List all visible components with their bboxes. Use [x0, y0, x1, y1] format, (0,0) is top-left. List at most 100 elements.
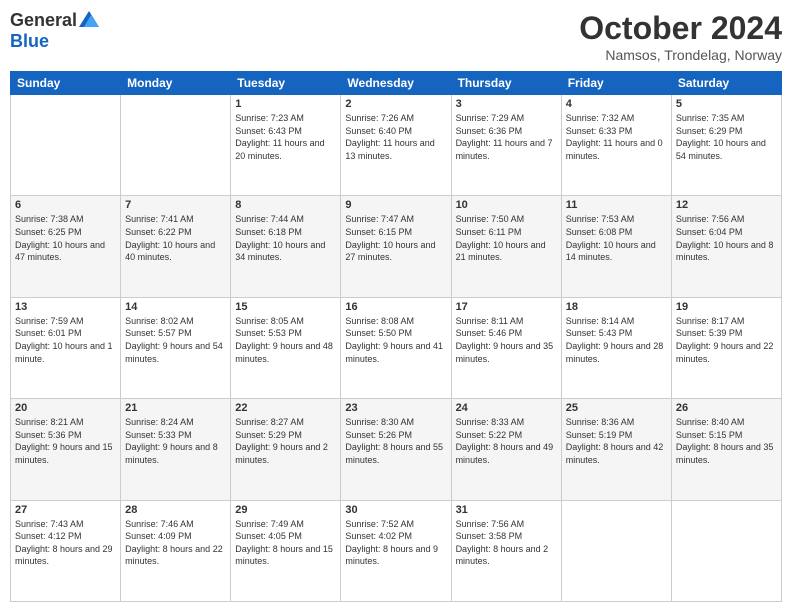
header-monday: Monday [121, 72, 231, 95]
table-row: 7 Sunrise: 7:41 AM Sunset: 6:22 PM Daylig… [121, 196, 231, 297]
header: General Blue October 2024 Namsos, Tronde… [10, 10, 782, 63]
table-row: 8 Sunrise: 7:44 AM Sunset: 6:18 PM Daylig… [231, 196, 341, 297]
table-row: 30 Sunrise: 7:52 AM Sunset: 4:02 PM Dayli… [341, 500, 451, 601]
day-info: Sunrise: 8:36 AM Sunset: 5:19 PM Dayligh… [566, 416, 667, 466]
day-number: 24 [456, 402, 557, 414]
day-info: Sunrise: 8:14 AM Sunset: 5:43 PM Dayligh… [566, 315, 667, 365]
day-number: 8 [235, 199, 336, 211]
header-friday: Friday [561, 72, 671, 95]
day-number: 10 [456, 199, 557, 211]
table-row: 20Sunrise: 8:21 AM Sunset: 5:36 PM Dayli… [11, 399, 121, 500]
week-row-2: 13Sunrise: 7:59 AM Sunset: 6:01 PM Dayli… [11, 297, 782, 398]
day-number: 19 [676, 301, 777, 313]
day-number: 28 [125, 504, 226, 516]
header-wednesday: Wednesday [341, 72, 451, 95]
day-info: Sunrise: 8:40 AM Sunset: 5:15 PM Dayligh… [676, 416, 777, 466]
table-row: 19Sunrise: 8:17 AM Sunset: 5:39 PM Dayli… [671, 297, 781, 398]
table-row: 2Sunrise: 7:26 AM Sunset: 6:40 PM Daylig… [341, 95, 451, 196]
day-number: 5 [676, 98, 777, 110]
day-number: 15 [235, 301, 336, 313]
table-row: 16Sunrise: 8:08 AM Sunset: 5:50 PM Dayli… [341, 297, 451, 398]
table-row: 28 Sunrise: 7:46 AM Sunset: 4:09 PM Dayli… [121, 500, 231, 601]
table-row: 29 Sunrise: 7:49 AM Sunset: 4:05 PM Dayli… [231, 500, 341, 601]
day-info: Sunrise: 7:32 AM Sunset: 6:33 PM Dayligh… [566, 112, 667, 162]
day-number: 27 [15, 504, 116, 516]
day-number: 1 [235, 98, 336, 110]
weekday-header-row: Sunday Monday Tuesday Wednesday Thursday… [11, 72, 782, 95]
table-row: 17 Sunrise: 8:11 AM Sunset: 5:46 PM Dayli… [451, 297, 561, 398]
day-number: 25 [566, 402, 667, 414]
table-row: 14 Sunrise: 8:02 AM Sunset: 5:57 PM Dayli… [121, 297, 231, 398]
table-row [121, 95, 231, 196]
day-number: 29 [235, 504, 336, 516]
logo: General Blue [10, 10, 99, 52]
table-row: 11 Sunrise: 7:53 AM Sunset: 6:08 PM Dayli… [561, 196, 671, 297]
table-row: 23 Sunrise: 8:30 AM Sunset: 5:26 PM Dayli… [341, 399, 451, 500]
table-row: 9Sunrise: 7:47 AM Sunset: 6:15 PM Daylig… [341, 196, 451, 297]
header-sunday: Sunday [11, 72, 121, 95]
day-number: 20 [15, 402, 116, 414]
day-info: Sunrise: 7:53 AM Sunset: 6:08 PM Dayligh… [566, 213, 667, 263]
day-info: Sunrise: 7:49 AM Sunset: 4:05 PM Dayligh… [235, 518, 336, 568]
day-number: 26 [676, 402, 777, 414]
day-number: 23 [345, 402, 446, 414]
day-info: Sunrise: 7:47 AM Sunset: 6:15 PM Dayligh… [345, 213, 446, 263]
location: Namsos, Trondelag, Norway [579, 47, 782, 63]
day-info: Sunrise: 7:43 AM Sunset: 4:12 PM Dayligh… [15, 518, 116, 568]
table-row: 15 Sunrise: 8:05 AM Sunset: 5:53 PM Dayli… [231, 297, 341, 398]
table-row [671, 500, 781, 601]
table-row [561, 500, 671, 601]
month-title: October 2024 [579, 10, 782, 47]
table-row: 21 Sunrise: 8:24 AM Sunset: 5:33 PM Dayli… [121, 399, 231, 500]
day-info: Sunrise: 8:27 AM Sunset: 5:29 PM Dayligh… [235, 416, 336, 466]
day-info: Sunrise: 7:23 AM Sunset: 6:43 PM Dayligh… [235, 112, 336, 162]
day-info: Sunrise: 7:41 AM Sunset: 6:22 PM Dayligh… [125, 213, 226, 263]
table-row: 10 Sunrise: 7:50 AM Sunset: 6:11 PM Dayli… [451, 196, 561, 297]
table-row: 12Sunrise: 7:56 AM Sunset: 6:04 PM Dayli… [671, 196, 781, 297]
table-row: 13Sunrise: 7:59 AM Sunset: 6:01 PM Dayli… [11, 297, 121, 398]
header-thursday: Thursday [451, 72, 561, 95]
day-info: Sunrise: 7:38 AM Sunset: 6:25 PM Dayligh… [15, 213, 116, 263]
day-info: Sunrise: 8:02 AM Sunset: 5:57 PM Dayligh… [125, 315, 226, 365]
table-row: 3Sunrise: 7:29 AM Sunset: 6:36 PM Daylig… [451, 95, 561, 196]
day-info: Sunrise: 7:59 AM Sunset: 6:01 PM Dayligh… [15, 315, 116, 365]
day-info: Sunrise: 7:44 AM Sunset: 6:18 PM Dayligh… [235, 213, 336, 263]
logo-general-text: General [10, 10, 77, 31]
day-info: Sunrise: 8:24 AM Sunset: 5:33 PM Dayligh… [125, 416, 226, 466]
day-number: 2 [345, 98, 446, 110]
day-number: 11 [566, 199, 667, 211]
day-number: 31 [456, 504, 557, 516]
week-row-4: 27 Sunrise: 7:43 AM Sunset: 4:12 PM Dayli… [11, 500, 782, 601]
day-info: Sunrise: 8:30 AM Sunset: 5:26 PM Dayligh… [345, 416, 446, 466]
table-row: 25 Sunrise: 8:36 AM Sunset: 5:19 PM Dayli… [561, 399, 671, 500]
day-info: Sunrise: 7:29 AM Sunset: 6:36 PM Dayligh… [456, 112, 557, 162]
day-info: Sunrise: 7:46 AM Sunset: 4:09 PM Dayligh… [125, 518, 226, 568]
day-info: Sunrise: 8:11 AM Sunset: 5:46 PM Dayligh… [456, 315, 557, 365]
day-number: 16 [345, 301, 446, 313]
table-row: 27 Sunrise: 7:43 AM Sunset: 4:12 PM Dayli… [11, 500, 121, 601]
table-row: 24 Sunrise: 8:33 AM Sunset: 5:22 PM Dayli… [451, 399, 561, 500]
table-row: 5Sunrise: 7:35 AM Sunset: 6:29 PM Daylig… [671, 95, 781, 196]
day-number: 4 [566, 98, 667, 110]
day-number: 14 [125, 301, 226, 313]
header-saturday: Saturday [671, 72, 781, 95]
day-number: 21 [125, 402, 226, 414]
day-info: Sunrise: 8:05 AM Sunset: 5:53 PM Dayligh… [235, 315, 336, 365]
day-info: Sunrise: 8:33 AM Sunset: 5:22 PM Dayligh… [456, 416, 557, 466]
day-number: 7 [125, 199, 226, 211]
table-row: 31Sunrise: 7:56 AM Sunset: 3:58 PM Dayli… [451, 500, 561, 601]
calendar: Sunday Monday Tuesday Wednesday Thursday… [10, 71, 782, 602]
day-info: Sunrise: 7:52 AM Sunset: 4:02 PM Dayligh… [345, 518, 446, 568]
table-row: 18Sunrise: 8:14 AM Sunset: 5:43 PM Dayli… [561, 297, 671, 398]
title-section: October 2024 Namsos, Trondelag, Norway [579, 10, 782, 63]
header-tuesday: Tuesday [231, 72, 341, 95]
day-number: 30 [345, 504, 446, 516]
week-row-3: 20Sunrise: 8:21 AM Sunset: 5:36 PM Dayli… [11, 399, 782, 500]
day-number: 17 [456, 301, 557, 313]
day-number: 6 [15, 199, 116, 211]
day-info: Sunrise: 7:50 AM Sunset: 6:11 PM Dayligh… [456, 213, 557, 263]
table-row: 26 Sunrise: 8:40 AM Sunset: 5:15 PM Dayli… [671, 399, 781, 500]
day-number: 22 [235, 402, 336, 414]
logo-blue-text: Blue [10, 31, 49, 52]
logo-icon [79, 11, 99, 27]
